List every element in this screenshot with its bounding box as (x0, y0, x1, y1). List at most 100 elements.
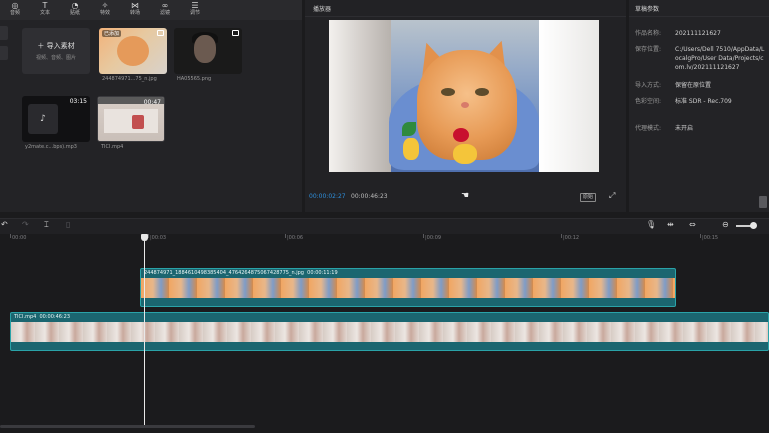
cat-eye-left (441, 88, 455, 96)
timeline-ruler[interactable] (0, 234, 769, 244)
delete-icon[interactable]: ▯ (66, 220, 70, 230)
import-sub-label: 视频、音频、图片 (35, 55, 76, 61)
total-time: 00:00:46:23 (351, 193, 388, 200)
media-duration: 03:15 (69, 98, 87, 105)
ruler-tick (423, 234, 424, 238)
hand-emoji-right (453, 144, 477, 164)
param-key: 保存位置: (635, 46, 662, 53)
media-thumb-portrait-image[interactable] (174, 28, 242, 74)
ruler-label: 00:00 (12, 235, 27, 241)
image-type-icon (232, 30, 239, 36)
import-media-button[interactable]: ＋ 导入素材 视频、音频、图片 (22, 28, 90, 74)
sticker-icon: ◔ (71, 1, 79, 10)
tool-audio[interactable]: ◎ 音频 (0, 0, 30, 20)
fullscreen-icon[interactable]: ⤢ (609, 192, 615, 200)
split-icon[interactable]: ⌶ (44, 220, 49, 230)
music-note-icon: ♪ (28, 104, 58, 134)
media-file-name: HA05565.png (177, 76, 212, 82)
rose-sticker-right (453, 128, 469, 142)
import-label: ＋ 导入素材 (37, 42, 75, 50)
player-header (305, 0, 626, 17)
current-time: 00:00:02:27 (309, 193, 346, 200)
playhead-line[interactable] (144, 238, 145, 426)
params-edit-button[interactable] (759, 196, 767, 208)
media-file-name: y2mate.c...bps).mp3 (25, 144, 77, 150)
clip-name: 244874971_1884610498385404_4764264875067… (144, 270, 304, 276)
ruler-label: |00:15 (702, 235, 719, 241)
timeline-clip-video[interactable]: TICI.mp4 00:00:46:23 (10, 312, 769, 351)
media-side-rail (0, 26, 10, 66)
tool-sticker[interactable]: ◔ 贴纸 (60, 0, 90, 20)
added-badge: 已添加 (102, 30, 122, 37)
portrait-face (194, 35, 216, 63)
filter-icon: ∞ (161, 1, 169, 10)
param-value: C:/Users/Dell 7510/AppData/LocalgPro/Use… (675, 46, 765, 71)
video-thumb-scene (104, 109, 158, 133)
media-file-name: TICI.mp4 (101, 144, 124, 150)
param-row-location: 保存位置: C:/Users/Dell 7510/AppData/LocalgP… (635, 45, 765, 72)
redo-icon[interactable]: ↷ (22, 220, 29, 230)
ruler-label: |00:03 (150, 235, 167, 241)
microphone-icon[interactable]: 🎙 (646, 220, 656, 230)
clip-duration: 00:00:46:23 (39, 314, 71, 320)
param-row-import: 导入方式: 保留在原位置 (635, 81, 765, 90)
clip-filmstrip (11, 322, 768, 342)
rail-tab-library[interactable] (0, 46, 8, 60)
param-value: 标准 SDR - Rec.709 (675, 98, 732, 105)
transition-icon: ⋈ (131, 1, 139, 10)
ruler-label: |00:06 (287, 235, 304, 241)
timeline-clip-image[interactable]: 244874971_1884610498385404_4764264875067… (140, 268, 676, 307)
image-type-icon (157, 30, 164, 36)
ruler-tick (148, 234, 149, 238)
asset-toolbar: ◎ 音频 T 文本 ◔ 贴纸 ✧ 特效 ⋈ 转场 ∞ 滤镜 ☰ 调节 (0, 0, 302, 20)
media-panel: ◎ 音频 T 文本 ◔ 贴纸 ✧ 特效 ⋈ 转场 ∞ 滤镜 ☰ 调节 ＋ 导入素材 视频、音频… (0, 0, 302, 212)
param-key: 色彩空间: (635, 98, 662, 105)
ruler-tick (700, 234, 701, 238)
rail-tab-local[interactable] (0, 26, 8, 40)
clip-name: TICI.mp4 (14, 314, 37, 320)
param-row-name: 作品名称: 202111121627 (635, 29, 765, 38)
ruler-tick (561, 234, 562, 238)
media-thumb-cat-image[interactable]: 已添加 (99, 28, 167, 74)
video-preview[interactable] (329, 20, 599, 172)
video-editor-window: ◎ 音频 T 文本 ◔ 贴纸 ✧ 特效 ⋈ 转场 ∞ 滤镜 ☰ 调节 ＋ 导入素材 视频、音频… (0, 0, 769, 433)
import-label-text: 导入素材 (46, 42, 75, 50)
mouse-cursor-icon: ☚ (461, 191, 470, 201)
snap-icon[interactable]: ⇔ (689, 220, 696, 230)
clip-duration: 00:00:11:19 (307, 270, 338, 276)
media-thumb-video[interactable]: 00:47 (97, 96, 165, 142)
timeline-scrollbar[interactable] (0, 425, 255, 428)
tool-adjust[interactable]: ☰ 调节 (180, 0, 210, 20)
tool-effects[interactable]: ✧ 特效 (90, 0, 120, 20)
clip-label: TICI.mp4 00:00:46:23 (14, 314, 70, 320)
ruler-label: |00:09 (425, 235, 442, 241)
tool-filter[interactable]: ∞ 滤镜 (150, 0, 180, 20)
link-icon[interactable]: ⇹ (667, 220, 674, 230)
audio-icon: ◎ (11, 1, 19, 10)
preview-curtain-left (329, 20, 391, 172)
draft-params-panel: 草稿参数 作品名称: 202111121627 保存位置: C:/Users/D… (629, 0, 769, 212)
clip-label: 244874971_1884610498385404_4764264875067… (144, 270, 338, 276)
media-thumb-audio[interactable]: ♪ 03:15 (22, 96, 90, 142)
param-value: 未开启 (675, 125, 694, 132)
param-value: 202111121627 (675, 30, 721, 37)
cat-nose (461, 102, 469, 108)
ruler-tick (285, 234, 286, 238)
cat-thumbnail (117, 36, 149, 66)
text-icon: T (42, 1, 48, 10)
adjust-icon: ☰ (191, 1, 199, 10)
tool-text[interactable]: T 文本 (30, 0, 60, 20)
undo-icon[interactable]: ↶ (1, 220, 8, 230)
params-title: 草稿参数 (635, 6, 660, 13)
player-panel: 播放器 00:00:02:27 00:00:46:23 ☚ 原始 ⤢ (305, 0, 626, 212)
tool-transition[interactable]: ⋈ 转场 (120, 0, 150, 20)
media-file-name: 244874971...75_n.jpg (102, 76, 157, 82)
zoom-out-icon[interactable]: ⊖ (722, 220, 729, 230)
media-duration: 00:47 (143, 99, 161, 106)
cat-eye-right (475, 88, 489, 96)
zoom-slider-knob[interactable] (750, 222, 757, 229)
aspect-ratio-button[interactable]: 原始 (580, 193, 597, 202)
clip-filmstrip (141, 278, 675, 298)
ruler-tick (10, 234, 11, 238)
effects-icon: ✧ (101, 1, 109, 10)
